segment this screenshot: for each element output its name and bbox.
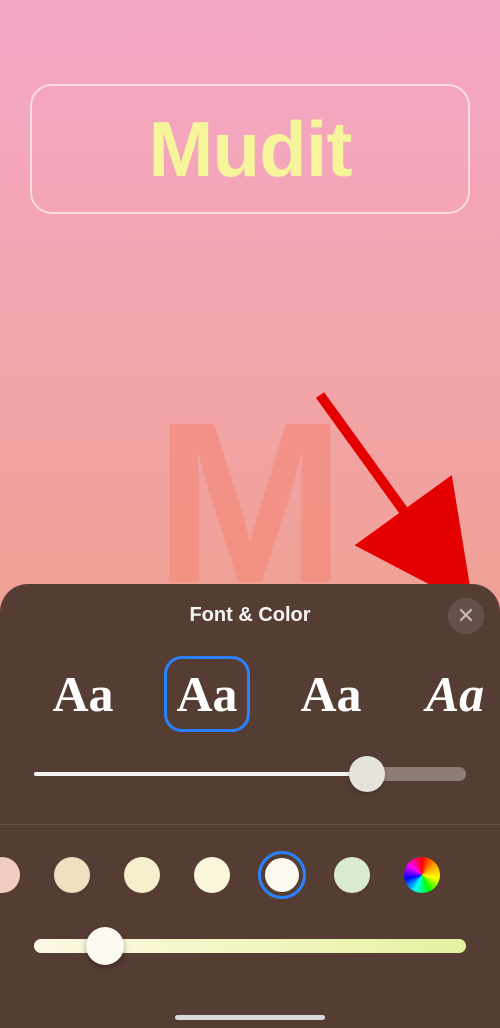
tint-thumb[interactable] bbox=[86, 927, 124, 965]
color-swatch-row bbox=[0, 851, 500, 899]
color-picker-button[interactable] bbox=[398, 851, 446, 899]
close-icon: ✕ bbox=[457, 605, 475, 627]
annotation-arrow bbox=[300, 375, 500, 615]
font-option-3[interactable]: Aa bbox=[412, 656, 498, 732]
color-swatch-2[interactable] bbox=[118, 851, 166, 899]
font-size-slider[interactable] bbox=[34, 758, 466, 790]
font-option-2[interactable]: Aa bbox=[288, 656, 374, 732]
color-swatch-1[interactable] bbox=[48, 851, 96, 899]
slider-track-filled bbox=[34, 772, 362, 776]
panel-title: Font & Color bbox=[189, 604, 310, 626]
tint-slider[interactable] bbox=[34, 931, 466, 963]
color-swatch-3[interactable] bbox=[188, 851, 236, 899]
panel-header: Font & Color ✕ bbox=[0, 584, 500, 634]
divider bbox=[0, 824, 500, 825]
selected-text-frame[interactable]: Mudit bbox=[30, 84, 470, 214]
color-swatch-0[interactable] bbox=[0, 851, 26, 899]
font-option-1[interactable]: Aa bbox=[164, 656, 250, 732]
home-indicator bbox=[175, 1015, 325, 1020]
color-swatch-5[interactable] bbox=[328, 851, 376, 899]
color-swatch-4[interactable] bbox=[258, 851, 306, 899]
text-label: Mudit bbox=[149, 104, 352, 195]
font-color-panel: Font & Color ✕ Aa Aa Aa Aa bbox=[0, 584, 500, 1028]
close-button[interactable]: ✕ bbox=[448, 598, 484, 634]
font-options-row: Aa Aa Aa Aa bbox=[0, 634, 500, 732]
font-option-0[interactable]: Aa bbox=[40, 656, 126, 732]
slider-thumb[interactable] bbox=[349, 756, 385, 792]
